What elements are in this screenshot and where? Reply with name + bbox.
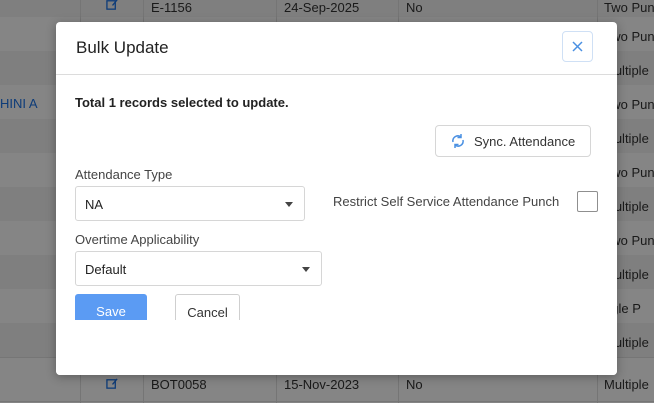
close-button[interactable] [562, 31, 593, 62]
sync-icon [452, 134, 464, 148]
overtime-applicability-select[interactable]: Default [75, 251, 322, 286]
close-icon [572, 41, 583, 52]
sync-attendance-button[interactable]: Sync. Attendance [435, 125, 591, 157]
dialog-header: Bulk Update [56, 22, 617, 75]
attendance-type-label: Attendance Type [75, 167, 173, 182]
sync-attendance-label: Sync. Attendance [474, 133, 576, 149]
chevron-down-icon [285, 202, 293, 207]
attendance-type-value: NA [85, 197, 104, 212]
bulk-update-dialog: Bulk Update Total 1 records selected to … [56, 22, 617, 375]
overtime-applicability-label: Overtime Applicability [75, 232, 200, 247]
chevron-down-icon [302, 267, 310, 272]
restrict-punch-checkbox[interactable] [577, 191, 598, 212]
dialog-title: Bulk Update [76, 38, 169, 57]
attendance-type-select[interactable]: NA [75, 186, 305, 221]
overtime-applicability-value: Default [85, 262, 127, 277]
restrict-punch-label: Restrict Self Service Attendance Punch [333, 194, 560, 209]
selection-summary: Total 1 records selected to update. [75, 95, 289, 110]
dialog-footer-area [56, 320, 617, 375]
